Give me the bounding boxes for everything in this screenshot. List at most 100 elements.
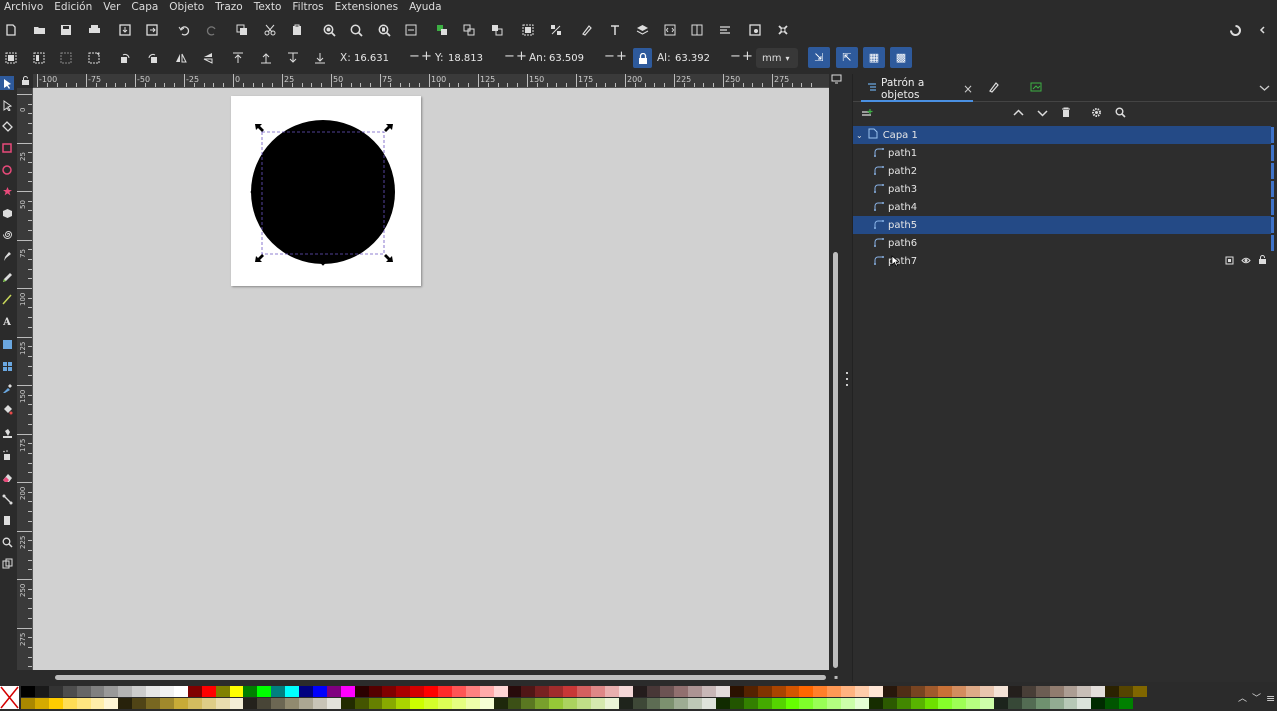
color-swatch[interactable] (674, 686, 689, 697)
color-swatch[interactable] (160, 698, 174, 709)
scale-corners-button[interactable]: ⇱ (836, 47, 858, 68)
color-swatch[interactable] (396, 698, 411, 709)
color-swatch[interactable] (34, 686, 49, 697)
color-swatch[interactable] (76, 698, 91, 709)
color-swatch[interactable] (1077, 686, 1092, 697)
snap-popover-icon[interactable] (1254, 21, 1272, 39)
color-swatch[interactable] (618, 686, 633, 697)
raise-to-top-icon[interactable] (229, 49, 247, 67)
color-swatch[interactable] (48, 686, 63, 697)
color-swatch[interactable] (340, 698, 355, 709)
palette-scroll-up-icon[interactable]: ︿ (1238, 691, 1247, 704)
print-icon[interactable] (85, 21, 103, 39)
color-swatch[interactable] (243, 698, 258, 709)
pen-tool-icon[interactable] (0, 249, 14, 263)
color-swatch[interactable] (229, 698, 244, 709)
color-swatch[interactable] (21, 686, 35, 697)
canvas[interactable] (33, 88, 829, 670)
color-swatch[interactable] (729, 686, 744, 697)
color-swatch[interactable] (465, 686, 480, 697)
color-swatch[interactable] (299, 698, 313, 709)
color-swatch[interactable] (104, 698, 119, 709)
color-swatch[interactable] (1021, 686, 1036, 697)
move-gradients-button[interactable]: ▦ (863, 47, 885, 68)
color-swatch[interactable] (855, 698, 869, 709)
calligraphy-tool-icon[interactable] (0, 292, 14, 306)
color-swatch[interactable] (76, 686, 91, 697)
group-icon[interactable] (519, 21, 537, 39)
color-swatch[interactable] (966, 686, 981, 697)
document-properties-icon[interactable] (746, 21, 764, 39)
color-swatch[interactable] (326, 686, 341, 697)
x-decrement-button[interactable]: − (409, 49, 420, 64)
color-swatch[interactable] (201, 698, 216, 709)
color-swatch[interactable] (868, 686, 883, 697)
layers-icon[interactable] (633, 21, 651, 39)
tree-item-path3[interactable]: path3 (853, 180, 1271, 198)
ungroup-icon[interactable] (547, 21, 565, 39)
color-swatch[interactable] (716, 686, 730, 697)
color-swatch[interactable] (563, 698, 578, 709)
color-swatch[interactable] (1049, 686, 1064, 697)
transform-icon[interactable] (716, 21, 734, 39)
xml-editor-icon[interactable] (661, 21, 679, 39)
settings-gear-icon[interactable] (1091, 107, 1102, 121)
color-swatch[interactable] (910, 686, 925, 697)
color-swatch[interactable] (938, 686, 953, 697)
color-swatch[interactable] (980, 686, 995, 697)
raise-icon[interactable] (257, 49, 275, 67)
color-swatch[interactable] (104, 686, 119, 697)
cut-icon[interactable] (261, 21, 279, 39)
clone-icon[interactable] (460, 21, 478, 39)
tweak-tool-icon[interactable] (0, 119, 14, 133)
color-swatch[interactable] (590, 686, 605, 697)
color-swatch[interactable] (1077, 698, 1092, 709)
color-swatch[interactable] (424, 686, 439, 697)
clip-icon[interactable] (1225, 256, 1234, 268)
move-patterns-button[interactable]: ▩ (890, 47, 912, 68)
color-swatch[interactable] (660, 698, 675, 709)
vertical-scrollbar[interactable] (833, 252, 838, 668)
new-document-icon[interactable] (2, 21, 20, 39)
close-tab-icon[interactable]: × (963, 82, 973, 96)
color-swatch[interactable] (771, 698, 786, 709)
add-layer-icon[interactable] (861, 108, 873, 122)
panel-resize-handle[interactable] (846, 372, 850, 386)
tree-item-path5[interactable]: path5 (853, 216, 1271, 234)
color-swatch[interactable] (424, 698, 439, 709)
color-swatch[interactable] (1049, 698, 1064, 709)
menu-filtros[interactable]: Filtros (292, 1, 323, 13)
color-swatch[interactable] (160, 686, 174, 697)
color-swatch[interactable] (688, 698, 703, 709)
color-swatch[interactable] (1105, 698, 1120, 709)
rotate-cw-icon[interactable] (144, 49, 162, 67)
color-swatch[interactable] (980, 698, 995, 709)
menu-archivo[interactable]: Archivo (4, 1, 43, 13)
zoom-selection-icon[interactable] (320, 21, 338, 39)
color-swatch[interactable] (1119, 686, 1134, 697)
undo-icon[interactable] (175, 21, 193, 39)
color-swatch[interactable] (451, 698, 466, 709)
color-swatch[interactable] (118, 698, 133, 709)
menu-texto[interactable]: Texto (254, 1, 282, 13)
color-swatch[interactable] (410, 686, 425, 697)
eraser-tool-icon[interactable] (0, 470, 14, 484)
color-swatch[interactable] (382, 686, 397, 697)
color-swatch[interactable] (507, 698, 522, 709)
color-swatch[interactable] (521, 698, 536, 709)
menu-capa[interactable]: Capa (131, 1, 158, 13)
deselect-icon[interactable] (57, 49, 75, 67)
chevron-down-icon[interactable]: ⌄ (856, 131, 863, 140)
lower-to-bottom-icon[interactable] (311, 49, 329, 67)
mesh-tool-icon[interactable] (0, 359, 14, 373)
gradient-tool-icon[interactable] (0, 337, 14, 351)
display-mode-icon[interactable] (831, 74, 843, 86)
import-icon[interactable] (116, 21, 134, 39)
color-swatch[interactable] (368, 686, 383, 697)
color-swatch[interactable] (785, 686, 800, 697)
color-swatch[interactable] (1063, 698, 1078, 709)
color-swatch[interactable] (257, 698, 272, 709)
color-swatch[interactable] (966, 698, 981, 709)
color-swatch[interactable] (729, 698, 744, 709)
color-swatch[interactable] (1007, 698, 1022, 709)
